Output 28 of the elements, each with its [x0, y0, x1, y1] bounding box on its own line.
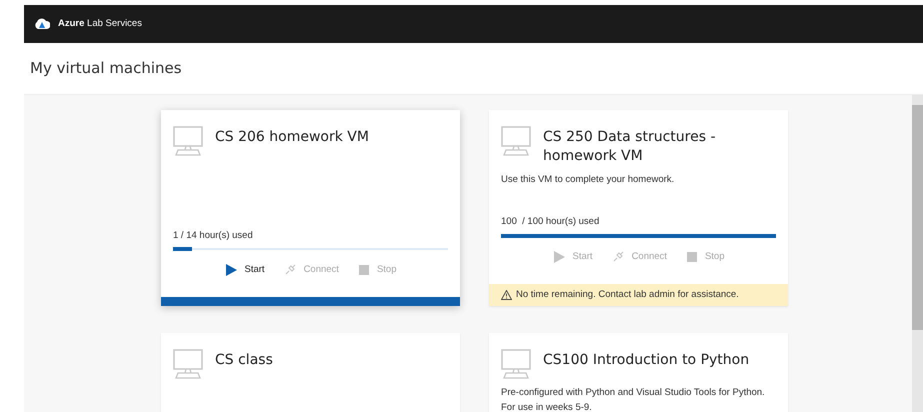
- page-title: My virtual machines: [29, 58, 182, 80]
- monitor-icon: [173, 349, 203, 379]
- vm-description: Pre-configured with Python and Visual Studio Tools for Python. For use in weeks 5-9.: [500, 386, 766, 412]
- usage-text: 1 / 14 hour(s) used: [173, 228, 254, 242]
- vm-description: Use this VM to complete your homework.: [500, 173, 676, 187]
- play-icon: [224, 264, 236, 276]
- vm-card[interactable]: CS class: [161, 333, 460, 412]
- stop-icon: [686, 252, 697, 262]
- scrollbar[interactable]: [912, 95, 923, 412]
- brand-name: Azure Lab Services: [58, 16, 142, 31]
- usage-text: 100 / 100 hour(s) used: [501, 215, 600, 230]
- plug-icon: [284, 264, 296, 276]
- monitor-icon: [501, 349, 531, 379]
- cloud-logo-icon: [34, 18, 50, 30]
- stop-icon: [358, 264, 369, 275]
- vm-name: CS100 Introduction to Python: [543, 351, 750, 370]
- monitor-icon: [501, 126, 531, 156]
- start-button[interactable]: Start: [224, 262, 265, 277]
- monitor-icon: [173, 126, 203, 156]
- plug-icon: [612, 251, 624, 262]
- warning-text: No time remaining. Contact lab admin for assistance.: [516, 288, 739, 302]
- scrollbar-thumb[interactable]: [912, 105, 923, 330]
- vm-name: CS 206 homework VM: [215, 128, 369, 147]
- vm-name: CS class: [215, 351, 273, 370]
- play-icon: [552, 250, 564, 263]
- vm-card[interactable]: CS100 Introduction to Python Pre-configured with Python and Visual Studio Tools for Python. For use in weeks 5-9.: [489, 333, 788, 412]
- vm-name: CS 250 Data structures - homework VM: [543, 128, 716, 166]
- warning-icon: [501, 290, 512, 300]
